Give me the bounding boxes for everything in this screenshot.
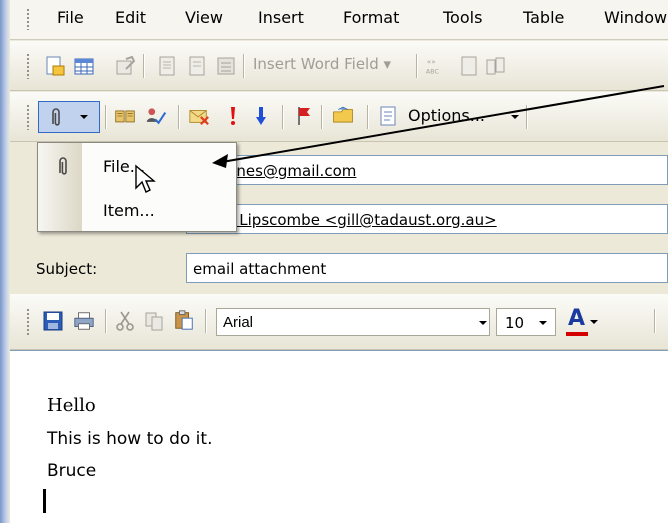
toolbar-separator [416, 54, 417, 78]
menu-item-item[interactable]: Item... [103, 201, 155, 220]
subject-field-value: email attachment [193, 260, 327, 278]
highlight-fields-icon [458, 55, 480, 77]
cc-field[interactable]: n Lipscombe <gill@tadaust.org.au> [186, 204, 668, 234]
copy-icon [143, 310, 165, 332]
match-fields-icon [484, 55, 506, 77]
recipients-icon[interactable] [73, 55, 95, 77]
toolbar-separator [367, 105, 368, 129]
paperclip-icon [52, 155, 74, 177]
cut-icon [114, 310, 136, 332]
font-size-value: 10 [505, 314, 525, 332]
toolbar-separator [321, 105, 322, 129]
menu-window[interactable]: Window [604, 8, 667, 27]
chevron-down-icon[interactable] [537, 312, 549, 334]
print-icon[interactable] [73, 310, 95, 332]
toolbar-separator [105, 309, 106, 333]
toolbar-separator [205, 309, 206, 333]
window-frame-left [0, 0, 10, 523]
high-importance-icon[interactable] [222, 105, 244, 127]
toolbar-separator [143, 54, 144, 78]
edit-recipients-icon [114, 55, 136, 77]
mouse-pointer-icon [135, 164, 156, 193]
merge-fields-icon [215, 55, 237, 77]
font-color-swatch [566, 332, 588, 336]
low-importance-icon[interactable] [250, 105, 272, 127]
chevron-down-icon[interactable] [588, 311, 600, 333]
font-size-combo[interactable]: 10 [496, 308, 556, 336]
message-body[interactable]: Hello This is how to do it. Bruce [10, 350, 668, 523]
menu-tools[interactable]: Tools [443, 8, 482, 27]
font-color-glyph: A [568, 306, 586, 331]
main-document-icon[interactable] [44, 55, 66, 77]
mail-merge-toolbar: Insert Word Field ▾ «» ABC [10, 41, 668, 91]
svg-text:«»: «» [427, 57, 436, 66]
paperclip-icon [45, 106, 67, 128]
permission-folder-icon[interactable] [332, 104, 354, 126]
formatting-toolbar: Arial 10 A [10, 294, 668, 350]
chevron-down-icon[interactable] [73, 106, 95, 128]
address-book-icon[interactable] [114, 105, 136, 127]
send-envelope-icon[interactable] [188, 105, 210, 127]
save-icon[interactable] [42, 310, 64, 332]
body-line: Bruce [47, 461, 97, 481]
toolbar-grip[interactable] [26, 53, 30, 79]
menu-view[interactable]: View [185, 8, 223, 27]
text-caret [43, 489, 46, 513]
chevron-down-icon[interactable] [477, 312, 489, 334]
toolbar-separator [243, 54, 244, 78]
body-line: Hello [47, 395, 96, 416]
paste-icon[interactable] [173, 309, 195, 331]
toolbar-separator [178, 105, 179, 129]
menu-edit[interactable]: Edit [115, 8, 146, 27]
options-icon[interactable] [377, 105, 399, 127]
follow-up-flag-icon[interactable] [293, 105, 315, 127]
cc-field-value: n Lipscombe <gill@tadaust.org.au> [225, 211, 497, 229]
subject-field[interactable]: email attachment [186, 253, 668, 283]
view-merged-data-icon: «» ABC [424, 55, 446, 77]
message-toolbar: Options... [10, 92, 668, 142]
svg-text:ABC: ABC [426, 67, 440, 75]
insert-word-field-button: Insert Word Field ▾ [253, 55, 392, 73]
body-line: This is how to do it. [47, 429, 213, 449]
address-block-icon [156, 55, 178, 77]
menu-table[interactable]: Table [523, 8, 564, 27]
toolbar-grip[interactable] [26, 308, 30, 336]
to-field[interactable]: jones@gmail.com [186, 155, 668, 185]
toolbar-separator [105, 105, 106, 129]
menu-insert[interactable]: Insert [258, 8, 304, 27]
toolbar-grip[interactable] [26, 104, 30, 130]
menu-bar: File Edit View Insert Format Tools Table… [10, 0, 668, 40]
menu-file[interactable]: File [57, 8, 84, 27]
insert-file-split-button[interactable] [38, 101, 100, 133]
greeting-line-icon [186, 55, 208, 77]
options-button[interactable]: Options... [408, 106, 485, 125]
font-name-value: Arial [223, 314, 254, 331]
chevron-down-icon[interactable] [504, 106, 526, 128]
toolbar-separator [654, 309, 655, 333]
menu-format[interactable]: Format [343, 8, 399, 27]
subject-label: Subject: [36, 260, 98, 278]
font-color-button[interactable]: A [562, 306, 606, 338]
to-field-value: jones@gmail.com [223, 162, 357, 180]
font-name-combo[interactable]: Arial [216, 308, 490, 336]
toolbar-separator [282, 105, 283, 129]
toolbar-separator [526, 105, 527, 129]
check-names-icon[interactable] [145, 105, 167, 127]
menubar-grip[interactable] [26, 8, 30, 30]
